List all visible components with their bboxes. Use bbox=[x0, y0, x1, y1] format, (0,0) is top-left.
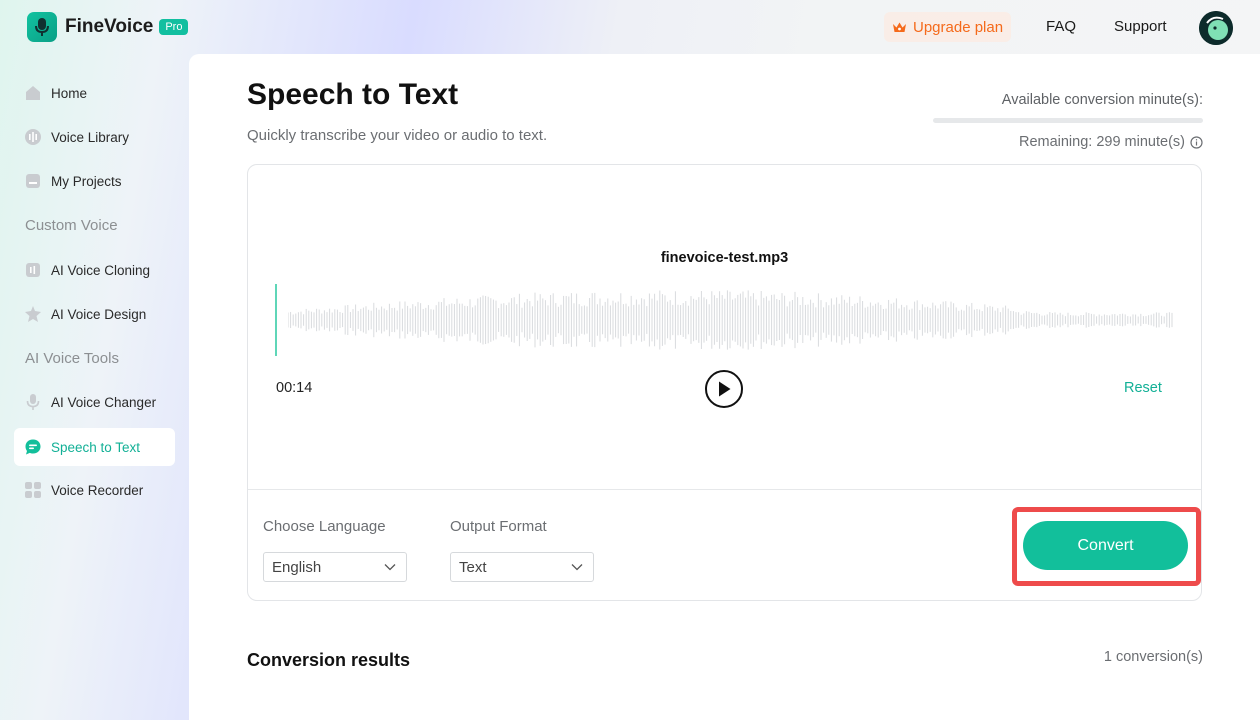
sidebar-item-ai-voice-design[interactable]: AI Voice Design bbox=[14, 295, 175, 333]
pro-badge: Pro bbox=[159, 19, 189, 35]
minutes-label: Available conversion minute(s): bbox=[1001, 92, 1203, 108]
chevron-down-icon bbox=[384, 564, 396, 571]
current-time: 00:14 bbox=[276, 380, 313, 396]
sidebar-item-label: Speech to Text bbox=[51, 439, 141, 455]
conversion-minutes: Available conversion minute(s): bbox=[933, 76, 1203, 123]
upgrade-plan-button[interactable]: Upgrade plan bbox=[884, 12, 1012, 42]
section-ai-voice-tools: AI Voice Tools bbox=[25, 350, 119, 367]
remaining-label: Remaining: 299 minute(s) bbox=[1018, 134, 1185, 150]
remaining-minutes: Remaining: 299 minute(s) bbox=[1019, 134, 1203, 150]
chat-bubble-icon bbox=[24, 438, 42, 456]
avatar[interactable] bbox=[1199, 11, 1233, 45]
sidebar-item-home[interactable]: Home bbox=[14, 74, 175, 112]
sidebar-item-label: AI Voice Cloning bbox=[51, 262, 151, 278]
voice-cloning-icon bbox=[24, 261, 42, 279]
upgrade-plan-label: Upgrade plan bbox=[913, 18, 1004, 36]
sidebar-item-label: Voice Library bbox=[51, 129, 130, 145]
language-select[interactable]: English bbox=[263, 552, 407, 582]
play-button[interactable] bbox=[705, 370, 743, 408]
sidebar-item-label: My Projects bbox=[51, 173, 122, 189]
voice-design-icon bbox=[24, 305, 42, 323]
playhead[interactable] bbox=[275, 284, 277, 356]
sidebar-item-label: AI Voice Changer bbox=[51, 394, 157, 410]
divider bbox=[248, 489, 1201, 490]
info-icon[interactable] bbox=[1190, 135, 1203, 149]
audio-waveform[interactable] bbox=[288, 283, 1174, 357]
play-icon bbox=[719, 381, 731, 397]
file-name: finevoice-test.mp3 bbox=[660, 250, 789, 266]
convert-button[interactable]: Convert bbox=[1023, 521, 1188, 570]
section-custom-voice: Custom Voice bbox=[25, 217, 118, 234]
support-link[interactable]: Support bbox=[1114, 18, 1167, 35]
language-label: Choose Language bbox=[263, 518, 386, 535]
sidebar: Home Voice Library My Projects Custom Vo… bbox=[0, 54, 189, 720]
microphone-icon bbox=[24, 393, 42, 411]
home-icon bbox=[24, 84, 42, 102]
main-panel: Speech to Text Quickly transcribe your v… bbox=[189, 54, 1260, 720]
minutes-progress-bar bbox=[933, 118, 1203, 123]
voice-library-icon bbox=[24, 128, 42, 146]
brand-name: FineVoice bbox=[65, 16, 154, 37]
sidebar-item-ai-voice-cloning[interactable]: AI Voice Cloning bbox=[14, 251, 175, 289]
format-select[interactable]: Text bbox=[450, 552, 594, 582]
sidebar-item-label: Home bbox=[51, 85, 88, 101]
projects-icon bbox=[24, 172, 42, 190]
sidebar-item-speech-to-text[interactable]: Speech to Text bbox=[14, 428, 175, 466]
chevron-down-icon bbox=[571, 564, 583, 571]
top-bar: FineVoice Pro Upgrade plan FAQ Support bbox=[0, 0, 1260, 54]
logo[interactable]: FineVoice Pro bbox=[27, 12, 189, 42]
sidebar-item-label: Voice Recorder bbox=[51, 482, 144, 498]
sidebar-item-voice-library[interactable]: Voice Library bbox=[14, 118, 175, 156]
format-label: Output Format bbox=[450, 518, 547, 535]
results-count: 1 conversion(s) bbox=[1103, 649, 1203, 665]
sidebar-item-label: AI Voice Design bbox=[51, 306, 147, 322]
page-title: Speech to Text bbox=[247, 78, 459, 111]
language-value: English bbox=[272, 558, 322, 576]
faq-link[interactable]: FAQ bbox=[1046, 18, 1076, 35]
format-value: Text bbox=[459, 558, 487, 576]
microphone-logo-icon bbox=[27, 12, 57, 42]
sidebar-item-voice-recorder[interactable]: Voice Recorder bbox=[14, 471, 175, 509]
results-title: Conversion results bbox=[247, 650, 411, 670]
reset-link[interactable]: Reset bbox=[1124, 380, 1162, 396]
page-subtitle: Quickly transcribe your video or audio t… bbox=[247, 127, 548, 144]
sidebar-item-my-projects[interactable]: My Projects bbox=[14, 162, 175, 200]
upload-card: finevoice-test.mp3 00:14 Reset Choose La… bbox=[247, 164, 1202, 601]
crown-icon bbox=[893, 22, 906, 32]
sidebar-item-ai-voice-changer[interactable]: AI Voice Changer bbox=[14, 383, 175, 421]
grid-icon bbox=[24, 481, 42, 499]
